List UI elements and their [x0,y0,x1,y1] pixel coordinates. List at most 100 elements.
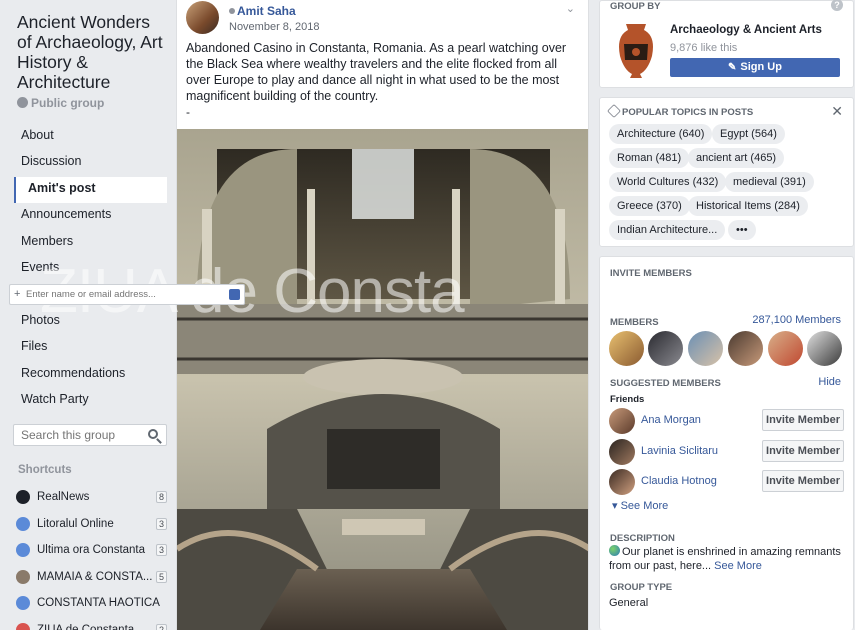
post-options-chevron-icon[interactable]: ⌄ [566,2,575,15]
topic-pill[interactable]: Indian Architecture... [609,220,726,240]
suggested-member-name[interactable]: Claudia Hotnog [641,475,717,487]
shortcut-count-badge: 5 [155,570,167,583]
shortcuts-list: RealNews 8 Litoralul Online 3 Ultima ora Con… [16,484,167,630]
group-by-likes: 9,876 like this [670,42,738,54]
nav-item-recommendations[interactable]: Recommendations [14,362,167,388]
contacts-icon[interactable] [229,289,240,300]
shortcut-item[interactable]: ZIUA de Constanta 2 [16,617,167,630]
sign-up-label: Sign Up [740,61,782,73]
post-card: Amit Saha November 8, 2018 ⌄ Abandoned C… [176,0,589,630]
invite-member-button[interactable]: Invite Member [762,470,844,492]
avatar[interactable] [609,439,635,465]
group-type-heading: GROUP TYPE [610,582,673,593]
nav-item-about[interactable]: About [14,124,167,150]
invite-member-button[interactable]: Invite Member [762,409,844,431]
nav-item-discussion[interactable]: Discussion [14,150,167,176]
members-heading: MEMBERS [610,317,659,328]
nav-item-events[interactable]: Events [14,256,167,282]
nav-item-announcements[interactable]: Announcements [14,203,167,229]
globe-icon [17,97,28,108]
see-more-label[interactable]: See More [621,500,669,512]
member-avatar[interactable] [807,331,842,366]
invite-member-button[interactable]: Invite Member [762,440,844,462]
shortcut-label[interactable]: Litoralul Online [37,518,152,530]
status-dot-icon [229,8,235,14]
topic-pill[interactable]: medieval (391) [725,172,814,192]
post-date[interactable]: November 8, 2018 [229,21,320,33]
group-by-heading: GROUP BY [610,1,661,12]
invite-field[interactable]: + [9,284,245,305]
privacy-text: Public group [31,96,105,110]
nav-item-amit-s-post[interactable]: Amit's post [14,176,167,204]
topic-pill[interactable]: ancient art (465) [688,148,785,168]
member-avatar[interactable] [768,331,803,366]
topic-pill[interactable]: Egypt (564) [712,124,785,144]
shortcut-item[interactable]: Litoralul Online 3 [16,511,167,538]
avatar[interactable] [609,469,635,495]
tag-icon [606,103,622,119]
post-text: Abandoned Casino in Constanta, Romania. … [186,41,567,103]
search-input[interactable] [14,425,134,445]
group-icon [16,490,30,505]
post-author[interactable]: Amit Saha [229,4,296,18]
earth-icon [609,545,620,556]
group-description: Our planet is enshrined in amazing remna… [609,545,847,573]
topic-pill[interactable]: World Cultures (432) [609,172,727,192]
post-photo[interactable] [177,129,589,630]
member-avatar[interactable] [688,331,723,366]
avatar[interactable] [609,408,635,434]
close-icon[interactable]: ✕ [831,103,843,120]
member-avatar[interactable] [609,331,644,366]
suggested-member-name[interactable]: Lavinia Siclitaru [641,445,718,457]
topic-pill[interactable]: Historical Items (284) [688,196,808,216]
invite-input[interactable] [10,285,210,304]
group-title[interactable]: Ancient Wonders of Archaeology, Art Hist… [17,12,167,92]
shortcut-item[interactable]: RealNews 8 [16,484,167,511]
shortcut-label[interactable]: Ultima ora Constanta [37,544,152,556]
topic-pill[interactable]: Greece (370) [609,196,690,216]
left-sidebar: Ancient Wonders of Archaeology, Art Hist… [0,0,175,630]
description-see-more-link[interactable]: See More [714,560,762,572]
shortcut-item[interactable]: MAMAIA & CONSTA... 5 [16,564,167,591]
suggested-member-row: Ana Morgan Invite Member [609,408,844,434]
author-name[interactable]: Amit Saha [237,4,296,18]
topic-pill[interactable]: Architecture (640) [609,124,713,144]
shortcut-item[interactable]: CONSTANTA HAOTICA [16,590,167,617]
members-count-link[interactable]: 287,100 Members [752,314,841,326]
shortcut-count-badge: 3 [155,544,167,557]
nav-item-photos[interactable]: Photos [14,309,167,335]
chevron-down-icon: ▾ [612,500,621,512]
shortcut-label[interactable]: ZIUA de Constanta [37,624,152,630]
sign-up-button[interactable]: ✎ Sign Up [670,58,840,77]
shortcut-label[interactable]: MAMAIA & CONSTA... [37,571,152,583]
suggested-heading: SUGGESTED MEMBERS [610,378,721,389]
author-avatar[interactable] [186,1,219,34]
group-by-name[interactable]: Archaeology & Ancient Arts [670,24,822,36]
shortcut-count-badge: 8 [155,491,167,504]
shortcut-label[interactable]: CONSTANTA HAOTICA [37,597,167,609]
help-icon[interactable]: ? [831,0,843,11]
member-avatar[interactable] [728,331,763,366]
group-icon [16,543,30,558]
group-nav: About Discussion Amit's post Announcements M… [14,124,167,414]
see-more-members-link[interactable]: ▾ See More [612,499,668,512]
hide-link[interactable]: Hide [818,376,841,388]
suggested-member-name[interactable]: Ana Morgan [641,414,701,426]
group-type-value: General [609,597,649,609]
search-icon[interactable] [148,429,158,439]
member-avatar[interactable] [648,331,683,366]
group-icon [16,516,30,531]
more-topics-button[interactable]: ••• [728,220,756,240]
shortcut-item[interactable]: Ultima ora Constanta 3 [16,537,167,564]
nav-item-watch-party[interactable]: Watch Party [14,388,167,414]
suggested-member-row: Claudia Hotnog Invite Member [609,469,844,495]
nav-item-files[interactable]: Files [14,335,167,361]
shortcuts-heading: Shortcuts [18,464,72,476]
vase-logo[interactable] [614,22,658,80]
group-search[interactable] [13,424,167,446]
shortcut-label[interactable]: RealNews [37,491,152,503]
group-icon [16,622,30,630]
nav-item-members[interactable]: Members [14,230,167,256]
post-extra: - [186,105,190,119]
topic-pill[interactable]: Roman (481) [609,148,690,168]
